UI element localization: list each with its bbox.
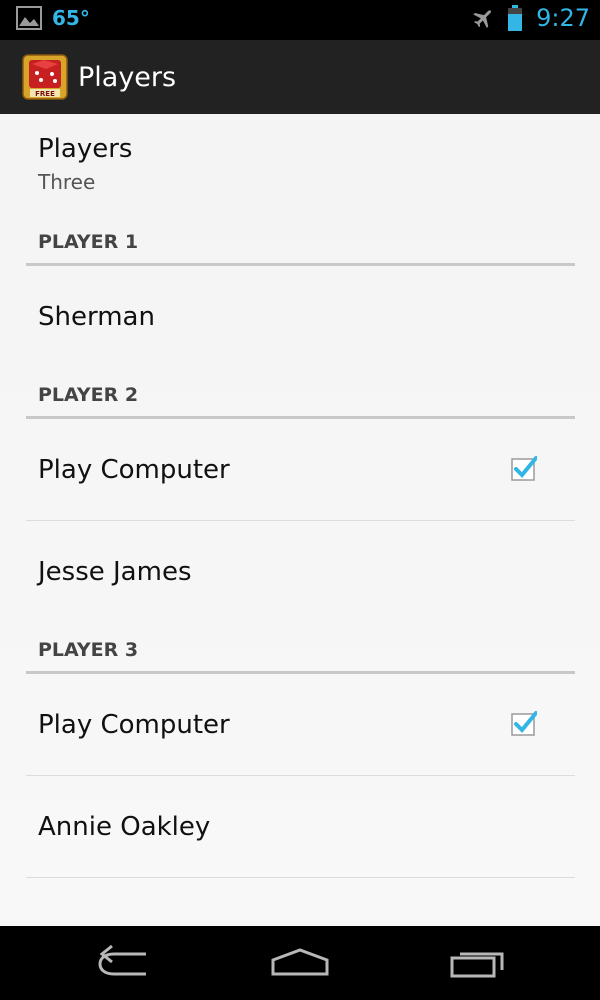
dice-free-icon[interactable]: FREE bbox=[22, 54, 68, 100]
section-header-label: PLAYER 2 bbox=[38, 384, 139, 406]
player-3-name-preference[interactable]: Annie Oakley bbox=[26, 776, 575, 878]
player-name-label: Annie Oakley bbox=[38, 812, 211, 842]
recent-apps-icon[interactable] bbox=[442, 942, 512, 982]
navigation-bar bbox=[0, 926, 600, 1000]
players-count-preference[interactable]: Players Three bbox=[38, 134, 132, 194]
gallery-icon bbox=[16, 6, 42, 30]
player-name-label: Sherman bbox=[38, 302, 155, 332]
play-computer-checkbox[interactable] bbox=[511, 710, 537, 736]
play-computer-checkbox[interactable] bbox=[511, 455, 537, 481]
page-title: Players bbox=[78, 61, 177, 93]
preferences-list: Players Three PLAYER 1 Sherman PLAYER 2 … bbox=[0, 114, 600, 926]
players-pref-summary: Three bbox=[38, 170, 96, 194]
section-header-player-3: PLAYER 3 bbox=[26, 631, 575, 674]
svg-text:FREE: FREE bbox=[35, 90, 55, 98]
airplane-icon bbox=[473, 10, 492, 28]
battery-icon bbox=[508, 5, 523, 31]
play-computer-label: Play Computer bbox=[38, 455, 230, 485]
section-header-player-2: PLAYER 2 bbox=[26, 376, 575, 419]
player-3-play-computer-preference[interactable]: Play Computer bbox=[26, 674, 575, 776]
home-icon[interactable] bbox=[265, 942, 335, 982]
section-header-player-1: PLAYER 1 bbox=[26, 223, 575, 266]
temperature-text: 65° bbox=[52, 6, 90, 30]
player-1-name-preference[interactable]: Sherman bbox=[26, 266, 575, 366]
play-computer-label: Play Computer bbox=[38, 710, 230, 740]
players-pref-title: Players bbox=[38, 134, 133, 164]
back-icon[interactable] bbox=[90, 942, 160, 982]
player-2-name-preference[interactable]: Jesse James bbox=[26, 521, 575, 621]
section-header-label: PLAYER 3 bbox=[38, 639, 139, 661]
status-bar: 65° 9:27 bbox=[0, 0, 600, 40]
clock-text: 9:27 bbox=[536, 4, 590, 32]
player-name-label: Jesse James bbox=[38, 557, 192, 587]
section-header-label: PLAYER 1 bbox=[38, 231, 139, 253]
action-bar: FREE Players bbox=[0, 40, 600, 114]
player-2-play-computer-preference[interactable]: Play Computer bbox=[26, 419, 575, 521]
